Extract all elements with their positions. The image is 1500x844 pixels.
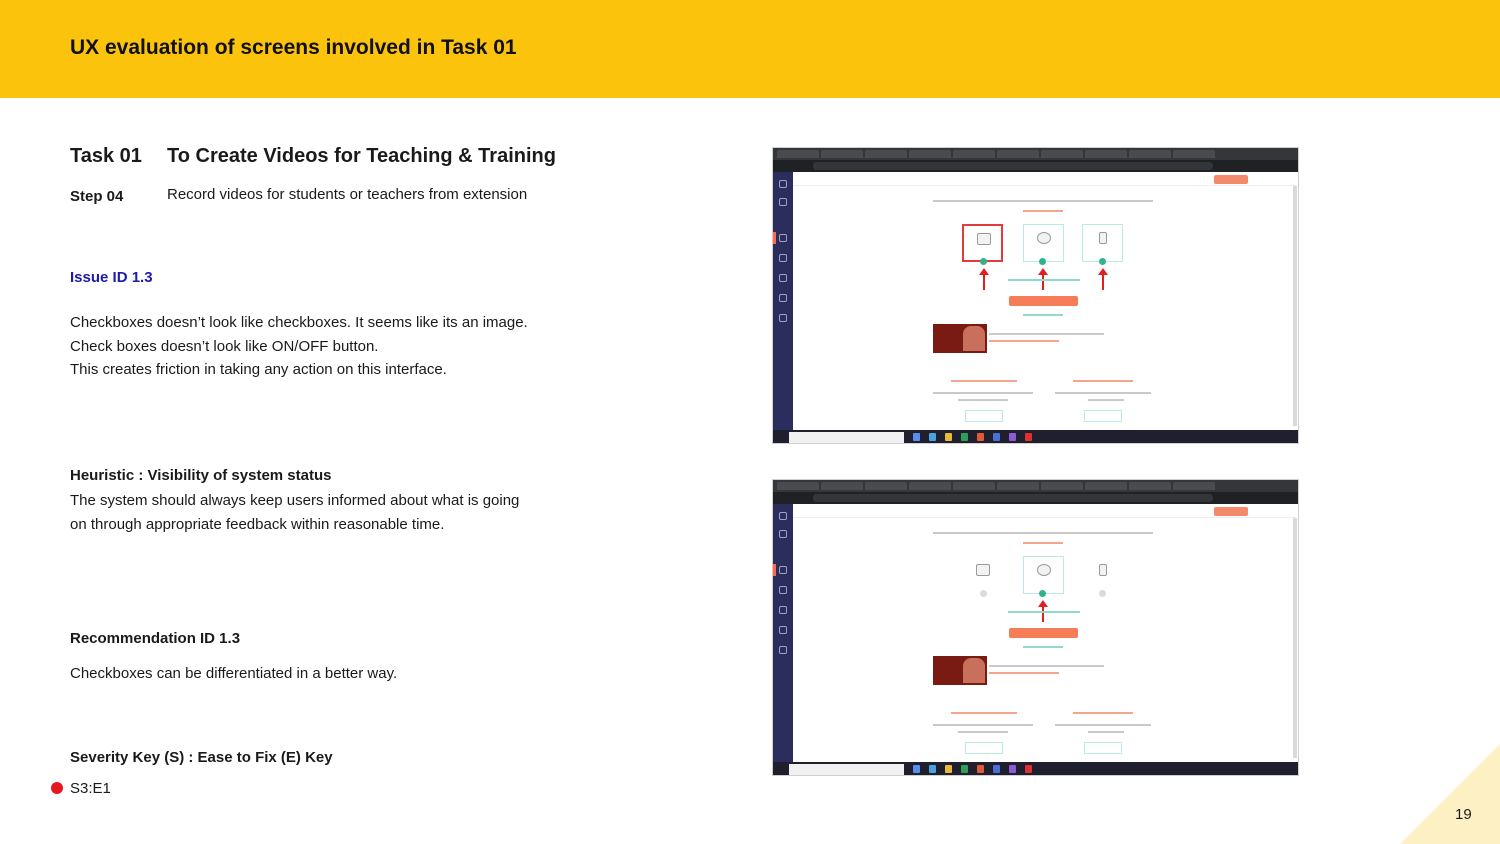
check-icon [980, 258, 987, 265]
browser-tab-bar [773, 480, 1298, 492]
scrollbar [1293, 186, 1297, 426]
browser-tab-bar [773, 148, 1298, 160]
create-button [1214, 175, 1248, 184]
issue-line: Check boxes doesn’t look like ON/OFF but… [70, 337, 379, 355]
issue-id: Issue ID 1.3 [70, 269, 153, 286]
record-button [1009, 628, 1078, 638]
step-text: Record videos for students or teachers f… [167, 186, 528, 203]
screen-recorder-card [962, 224, 1003, 262]
scrollbar [1293, 518, 1297, 758]
video-thumbnail [933, 324, 987, 353]
record-button [1009, 296, 1078, 306]
heuristic-text: The system should always keep users info… [70, 492, 520, 533]
severity-dot-icon [51, 782, 63, 794]
page-number: 19 [1455, 806, 1472, 823]
slide-header: UX evaluation of screens involved in Tas… [0, 0, 1500, 98]
task-title: To Create Videos for Teaching & Training [167, 145, 556, 167]
browser-address-bar [773, 160, 1298, 172]
browser-address-bar [773, 492, 1298, 504]
recommendation-title: Recommendation ID 1.3 [70, 630, 241, 647]
issue-description: Checkboxes doesn’t look like checkboxes.… [70, 311, 528, 382]
video-thumbnail [933, 656, 987, 685]
screenshot-bottom [772, 479, 1299, 776]
severity-value: S3:E1 [70, 780, 111, 797]
check-icon [980, 590, 987, 597]
issue-line: This creates friction in taking any acti… [70, 361, 447, 378]
mic-card [1082, 556, 1123, 594]
windows-taskbar [773, 762, 1298, 775]
heuristic-title: Heuristic : Visibility of system status [70, 467, 332, 484]
issue-line: Checkboxes doesn’t look like checkboxes.… [70, 314, 528, 331]
import-video-button [965, 742, 1003, 754]
check-icon [1039, 590, 1046, 597]
import-video-button [965, 410, 1003, 422]
check-icon [1099, 258, 1106, 265]
mic-card [1082, 224, 1123, 262]
screen-recorder-card [962, 556, 1003, 594]
video-cam-card [1023, 224, 1064, 262]
corner-decoration [1400, 744, 1500, 844]
app-sidebar [773, 172, 793, 430]
app-sidebar [773, 504, 793, 762]
create-button [1214, 507, 1248, 516]
create-video-button [1084, 410, 1122, 422]
check-icon [1099, 590, 1106, 597]
windows-taskbar [773, 430, 1298, 443]
screenshot-top [772, 147, 1299, 444]
recommendation-text: Checkboxes can be differentiated in a be… [70, 665, 398, 682]
video-cam-card [1023, 556, 1064, 594]
step-label: Step 04 [70, 188, 124, 205]
slide-title: UX evaluation of screens involved in Tas… [70, 36, 517, 59]
severity-title: Severity Key (S) : Ease to Fix (E) Key [70, 749, 333, 766]
check-icon [1039, 258, 1046, 265]
task-label: Task 01 [70, 145, 142, 167]
create-video-button [1084, 742, 1122, 754]
